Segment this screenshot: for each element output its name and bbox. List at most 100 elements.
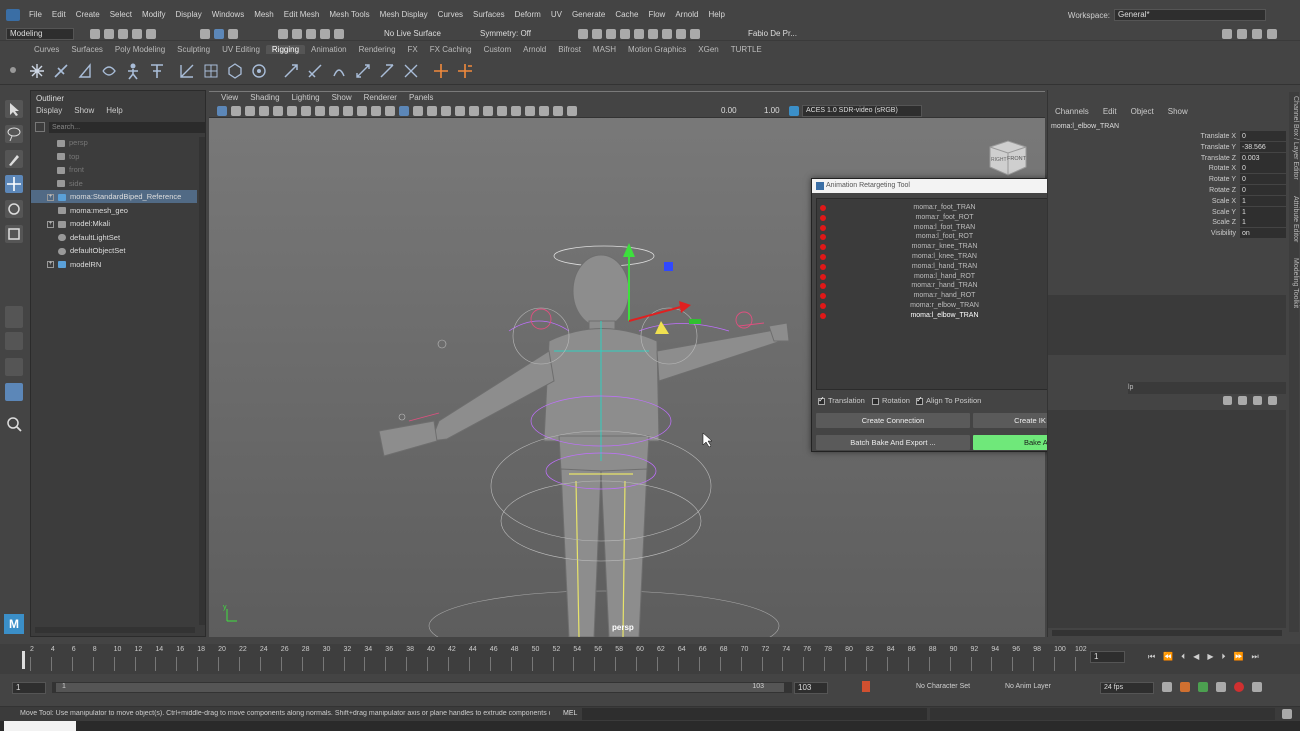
- ik-handle-icon[interactable]: [52, 62, 70, 80]
- go-to-start-icon[interactable]: ⏮: [1148, 652, 1155, 662]
- new-layer-selected-icon[interactable]: [1268, 396, 1277, 405]
- bind-skin-icon[interactable]: [100, 62, 118, 80]
- channel-row[interactable]: Visibility on: [1148, 228, 1286, 239]
- outliner-row[interactable]: + moma:StandardBiped_Reference: [31, 190, 197, 203]
- channel-value[interactable]: -38.566: [1240, 141, 1286, 152]
- go-to-end-icon[interactable]: ⏭: [1251, 652, 1258, 662]
- animation-prefs-icon[interactable]: [1252, 682, 1262, 692]
- redo-icon[interactable]: [146, 29, 156, 39]
- expand-icon[interactable]: +: [47, 261, 54, 269]
- outliner-row[interactable]: defaultLightSet: [31, 231, 197, 244]
- motion-blur-icon[interactable]: [483, 106, 493, 116]
- xray-icon[interactable]: [525, 106, 535, 116]
- menu-select[interactable]: Select: [105, 10, 137, 19]
- outliner-row[interactable]: defaultObjectSet: [31, 244, 197, 257]
- arnold-render-icon[interactable]: [648, 29, 658, 39]
- locator-sub-icon[interactable]: [456, 62, 474, 80]
- menu-mesh[interactable]: Mesh: [249, 10, 279, 19]
- menu-create[interactable]: Create: [71, 10, 105, 19]
- batch-bake-export-button[interactable]: Batch Bake And Export ...: [816, 435, 970, 450]
- field-chart-icon[interactable]: [357, 106, 367, 116]
- menu-windows[interactable]: Windows: [207, 10, 249, 19]
- xray-joints-icon[interactable]: [539, 106, 549, 116]
- shelf-tab-bifrost[interactable]: Bifrost: [552, 45, 587, 54]
- current-frame-field[interactable]: 1: [1090, 651, 1125, 663]
- colorspace-dropdown[interactable]: ACES 1.0 SDR-video (sRGB): [802, 105, 922, 117]
- blend-shape-icon[interactable]: [250, 62, 268, 80]
- outliner-row[interactable]: + modelRN: [31, 258, 197, 271]
- menu-cache[interactable]: Cache: [610, 10, 643, 19]
- textured-icon[interactable]: [427, 106, 437, 116]
- joint-tool-icon[interactable]: [28, 62, 46, 80]
- channel-value[interactable]: on: [1240, 228, 1286, 239]
- channel-row[interactable]: Translate Y -38.566: [1148, 141, 1286, 153]
- attribute-editor-side-tab[interactable]: Attribute Editor: [1289, 196, 1299, 242]
- channel-menu-edit[interactable]: Edit: [1103, 107, 1117, 116]
- menu-edit-mesh[interactable]: Edit Mesh: [279, 10, 325, 19]
- channel-row[interactable]: Scale Z 1: [1148, 217, 1286, 228]
- channel-value[interactable]: 1: [1240, 217, 1286, 228]
- symmetry-dropdown[interactable]: Symmetry: Off: [480, 29, 531, 38]
- hypershade-icon[interactable]: [634, 29, 644, 39]
- paint-select-icon[interactable]: [5, 150, 23, 168]
- snap-point-icon[interactable]: [306, 29, 316, 39]
- outliner-row[interactable]: moma:mesh_geo: [31, 204, 197, 217]
- channel-box-icon[interactable]: [1267, 29, 1277, 39]
- arnold-ipr-icon[interactable]: [662, 29, 672, 39]
- script-editor-icon[interactable]: [1282, 709, 1292, 719]
- translation-checkbox[interactable]: [818, 395, 825, 405]
- view-cube[interactable]: FRONT RIGHT: [984, 137, 1028, 177]
- shelf-tab-mash[interactable]: MASH: [587, 45, 622, 54]
- shelf-tab-arnold[interactable]: Arnold: [517, 45, 552, 54]
- channel-menu-object[interactable]: Object: [1131, 107, 1154, 116]
- shelf-tab-custom[interactable]: Custom: [478, 45, 518, 54]
- ipr-render-icon[interactable]: [606, 29, 616, 39]
- outliner-hscrollbar[interactable]: [35, 627, 195, 633]
- user-account[interactable]: Fabio De Pr...: [748, 29, 797, 38]
- shelf-tab-rigging[interactable]: Rigging: [265, 45, 306, 54]
- menu-uv[interactable]: UV: [546, 10, 567, 19]
- mode-dropdown[interactable]: Modeling: [6, 28, 74, 40]
- open-scene-icon[interactable]: [104, 29, 114, 39]
- range-start-field[interactable]: 1: [12, 682, 46, 694]
- menu-generate[interactable]: Generate: [567, 10, 610, 19]
- align-checkbox[interactable]: [916, 395, 923, 405]
- render-settings-icon[interactable]: [620, 29, 630, 39]
- current-time-marker[interactable]: [22, 651, 25, 669]
- snap-surface-icon[interactable]: [334, 29, 344, 39]
- render-view-icon[interactable]: [578, 29, 588, 39]
- loop-icon[interactable]: [1162, 682, 1172, 692]
- play-forward-icon[interactable]: ▶: [1207, 652, 1213, 662]
- wireframe-icon[interactable]: [385, 106, 395, 116]
- channel-menu-channels[interactable]: Channels: [1055, 107, 1089, 116]
- outliner-scrollbar[interactable]: [199, 137, 205, 625]
- new-layer-icon[interactable]: [1253, 396, 1262, 405]
- menu-mesh-tools[interactable]: Mesh Tools: [324, 10, 374, 19]
- select-hierarchy-icon[interactable]: [200, 29, 210, 39]
- viewport-menu-view[interactable]: View: [215, 92, 244, 104]
- aim-constraint-icon[interactable]: [378, 62, 396, 80]
- modeling-toolkit-side-tab[interactable]: Modeling Toolkit: [1289, 258, 1299, 308]
- menu-display[interactable]: Display: [171, 10, 207, 19]
- exposure-value[interactable]: 0.00: [721, 106, 737, 115]
- grid-icon[interactable]: [301, 106, 311, 116]
- rotate-tool-icon[interactable]: [5, 200, 23, 218]
- menu-modify[interactable]: Modify: [137, 10, 171, 19]
- cache-playback-icon[interactable]: [1180, 682, 1190, 692]
- quick-rig-icon[interactable]: [148, 62, 166, 80]
- two-view-layout-icon[interactable]: [5, 358, 23, 376]
- shelf-tab-animation[interactable]: Animation: [305, 45, 353, 54]
- exposure-icon[interactable]: [567, 106, 577, 116]
- select-object-icon[interactable]: [214, 29, 224, 39]
- channel-hscrollbar[interactable]: [1052, 630, 1282, 636]
- sound-icon[interactable]: [1216, 682, 1226, 692]
- shelf-tab-poly-modeling[interactable]: Poly Modeling: [109, 45, 171, 54]
- search-icon[interactable]: [5, 415, 23, 433]
- camera-attr-icon[interactable]: [231, 106, 241, 116]
- pause-render-icon[interactable]: [690, 29, 700, 39]
- 2d-pan-icon[interactable]: [273, 106, 283, 116]
- attribute-editor-icon[interactable]: [1237, 29, 1247, 39]
- keyframe-record-icon[interactable]: [1234, 682, 1244, 692]
- tool-settings-icon[interactable]: [1252, 29, 1262, 39]
- menu-deform[interactable]: Deform: [510, 10, 546, 19]
